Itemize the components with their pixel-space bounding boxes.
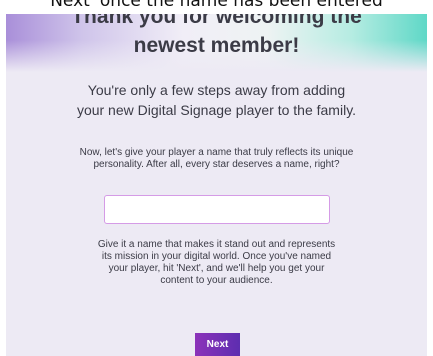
player-name-input[interactable] [104,195,330,224]
caption-strip: Next' once the name has been entered [0,0,433,14]
hint-text-line-2: its mission in your digital world. Once … [101,251,332,262]
next-button[interactable]: Next [195,333,240,356]
prompt-text-line-1: Now, let's give your player a name that … [79,147,354,158]
page-title-line-2: newest member! [133,34,300,57]
onboarding-card: Thank you for welcoming the newest membe… [6,0,427,356]
intro-text-line-1: You're only a few steps away from adding [87,82,346,98]
caption-text: Next' once the name has been entered [50,0,383,11]
page: Next' once the name has been entered Tha… [0,0,433,356]
hint-text-line-1: Give it a name that makes it stand out a… [97,239,336,250]
prompt-text-line-2: personality. After all, every star deser… [93,159,340,170]
intro-text-line-2: your new Digital Signage player to the f… [76,102,357,118]
hint-text-line-4: content to your audience. [160,275,273,286]
hint-text-line-3: your player, hit 'Next', and we'll help … [108,263,325,274]
